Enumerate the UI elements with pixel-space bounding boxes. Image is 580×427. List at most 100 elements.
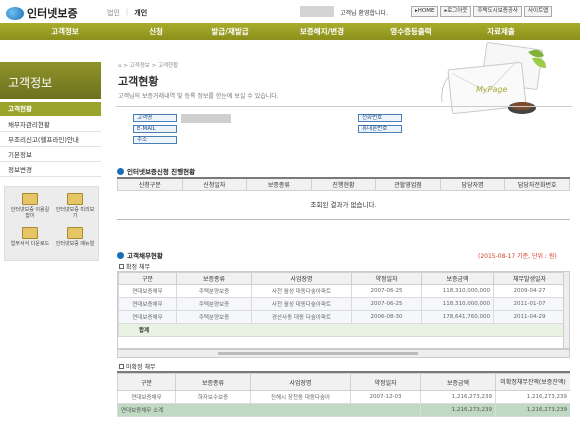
quick-guide[interactable]: 인터넷보증 이용길잡이 [10, 193, 50, 219]
debt-status-title: 고객채무현황 [127, 252, 163, 260]
col-manager-phone: 담당자전화번호 [504, 177, 570, 191]
debt-status-header: 고객채무현황 [117, 250, 163, 260]
total-label: 합계 [118, 323, 566, 337]
table-row: 연대보증채무 하자보수보증 진해시 장천동 대동다숲아 2007-12-03 1… [117, 390, 570, 404]
col-apply-date: 신청일자 [181, 177, 248, 191]
tab-personal[interactable]: 개인 [134, 8, 147, 18]
hug-site-button[interactable]: 주택도시보증공사 [473, 6, 522, 17]
nav-issue[interactable]: 발급/재발급 [182, 23, 278, 40]
header-divider [116, 106, 572, 107]
cell: 주택분양보증 [176, 297, 252, 311]
col-apply-type: 신청구분 [117, 177, 183, 191]
col-guarantee-amount: 보증금액 [420, 373, 496, 391]
tab-separator: | [125, 8, 129, 16]
label-email: E-MAIL [133, 125, 177, 133]
sitemap-button[interactable]: 사이트맵 [523, 6, 553, 17]
welcome-text: 고객님 환영합니다. [340, 10, 388, 17]
subtotal-amount: 1,216,273,239 [420, 403, 496, 417]
quick-preview[interactable]: 인터넷보증 미리보기 [55, 193, 95, 219]
bullet-icon [117, 251, 124, 259]
cell: 연대보증채무 [118, 310, 177, 324]
col-guarantee-type: 보증종류 [176, 272, 252, 285]
nav-apply[interactable]: 신청 [130, 23, 182, 40]
subtotal-balance: 1,216,273,239 [495, 403, 570, 417]
nav-cancel-change[interactable]: 보증해지/변경 [278, 23, 366, 40]
quick-menu: 인터넷보증 이용길잡이 인터넷보증 미리보기 업무서식 다운로드 인터넷보증 매… [4, 186, 99, 261]
unconfirmed-debt-table[interactable]: 구분 보증종류 사업장명 약정일자 보증금액 미확정채무잔액(보증잔액) 연대보… [117, 371, 570, 427]
quick-manual[interactable]: 인터넷보증 매뉴얼 [55, 227, 95, 247]
label-phone: 전화번호 [358, 114, 402, 122]
quick-preview-label: 인터넷보증 미리보기 [55, 207, 95, 219]
page-description: 고객님의 보증거래내역 및 등록 정보를 한눈에 보실 수 있습니다. [118, 93, 279, 100]
sidebar-item-basic-info[interactable]: 기본정보 [0, 148, 101, 162]
col-unconfirmed-balance: 미확정채무잔액(보증잔액) [495, 373, 570, 391]
col-branch: 관할영업점 [375, 177, 441, 191]
cell: 2009-04-27 [493, 284, 566, 298]
square-bullet-icon [119, 264, 124, 269]
scroll-thumb[interactable] [218, 352, 418, 355]
apply-status-head: 신청구분 신청일자 보증종류 진행현황 관할영업점 담당자명 담당자전화번호 [117, 177, 570, 191]
col-guarantee-type: 보증종류 [246, 177, 312, 191]
confirmed-debt-title: 확정 채무 [126, 264, 150, 271]
confirmed-debt-header: 확정 채무 [119, 262, 150, 271]
table-divider [117, 218, 570, 220]
cell: 연대보증채무 [117, 390, 176, 404]
logo[interactable]: 인터넷보증 [6, 5, 78, 21]
quick-forms-label: 업무서식 다운로드 [10, 241, 50, 247]
apply-status-table: 신청구분 신청일자 보증종류 진행현황 관할영업점 담당자명 담당자전화번호 조… [117, 177, 570, 220]
cell: 2007-06-25 [351, 284, 422, 298]
vertical-scrollbar[interactable] [563, 272, 569, 348]
home-button[interactable]: ▸HOME [411, 6, 439, 17]
sidebar-item-info-change[interactable]: 정보변경 [0, 163, 101, 177]
home-label: HOME [417, 8, 435, 14]
tab-corporate[interactable]: 법인 [107, 8, 120, 18]
nav-customer-info[interactable]: 고객정보 [0, 23, 130, 40]
col-category: 구분 [118, 272, 177, 285]
mypage-envelope-icon: MyPage [441, 42, 546, 115]
sidebar-item-helpline[interactable]: 부조리신고(헬프라인)안내 [0, 133, 101, 147]
sidebar-item-debtor-management[interactable]: 채무자관리현황 [0, 118, 101, 132]
confirmed-debt-table[interactable]: 구분 보증종류 사업장명 약정일자 보증금액 채무발생일자 연대보증채무 주택분… [117, 271, 570, 349]
logout-button[interactable]: ▸로그아웃 [440, 6, 472, 17]
main-nav: 고객정보 신청 발급/재발급 보증해지/변경 영수증등출력 자료제출 [0, 23, 580, 40]
top-buttons: ▸HOME ▸로그아웃 주택도시보증공사 사이트맵 [411, 6, 553, 17]
cell: 178,641,760,000 [421, 310, 494, 324]
cell: 하자보수보증 [175, 390, 251, 404]
cell: 1,216,273,239 [495, 390, 570, 404]
col-contract-date: 약정일자 [350, 373, 421, 391]
horizontal-scrollbar[interactable] [117, 349, 570, 358]
logo-text: 인터넷보증 [27, 7, 78, 20]
forms-icon [22, 227, 38, 239]
col-guarantee-amount: 보증금액 [421, 272, 494, 285]
cell: 연대보증채무 [118, 284, 177, 298]
quick-forms[interactable]: 업무서식 다운로드 [10, 227, 50, 247]
customer-info-box: 고객명 E-MAIL 주소 전화번호 휴대폰번호 [125, 112, 571, 156]
cell: 2006-08-30 [351, 310, 422, 324]
col-category: 구분 [117, 373, 176, 391]
table-row: 연대보증채무 주택분양보증 사천 월성 대동다숲아파트 2007-06-25 1… [118, 284, 566, 298]
label-address: 주소 [133, 136, 177, 144]
quick-manual-label: 인터넷보증 매뉴얼 [55, 241, 95, 247]
col-manager: 담당자명 [439, 177, 506, 191]
cell: 진해시 장천동 대동다숲아 [250, 390, 351, 404]
table-row: 연대보증채무 주택분양보증 경산사동 대동 다숲아파트 2006-08-30 1… [118, 310, 566, 324]
cell: 1,216,273,239 [420, 390, 496, 404]
cell: 2011-04-29 [493, 310, 566, 324]
nav-submit-docs[interactable]: 자료제출 [456, 23, 546, 40]
col-guarantee-type: 보증종류 [175, 373, 251, 391]
breadcrumb: ⌂ > 고객정보 > 고객현황 [118, 63, 179, 69]
customer-type-tabs: 법인 | 개인 [107, 8, 147, 18]
table-row: 연대보증채무 주택분양보증 사천 월성 대동다숲아파트 2007-06-25 1… [118, 297, 566, 311]
label-mobile: 휴대폰번호 [358, 125, 402, 133]
bullet-icon [117, 167, 124, 175]
unconfirmed-head: 구분 보증종류 사업장명 약정일자 보증금액 미확정채무잔액(보증잔액) [117, 373, 570, 391]
sidebar-item-customer-status[interactable]: 고객현황 [0, 102, 101, 116]
cell: 주택분양보증 [176, 310, 252, 324]
mypage-label: MyPage [476, 85, 507, 94]
col-contract-date: 약정일자 [351, 272, 422, 285]
nav-receipt-print[interactable]: 영수증등출력 [366, 23, 456, 40]
cell: 2007-06-25 [351, 297, 422, 311]
cell: 사천 월성 대동다숲아파트 [251, 297, 352, 311]
subtotal-row: 연대보증채무 소계 1,216,273,239 1,216,273,239 [117, 403, 570, 417]
total-row: 합계 [118, 323, 566, 337]
